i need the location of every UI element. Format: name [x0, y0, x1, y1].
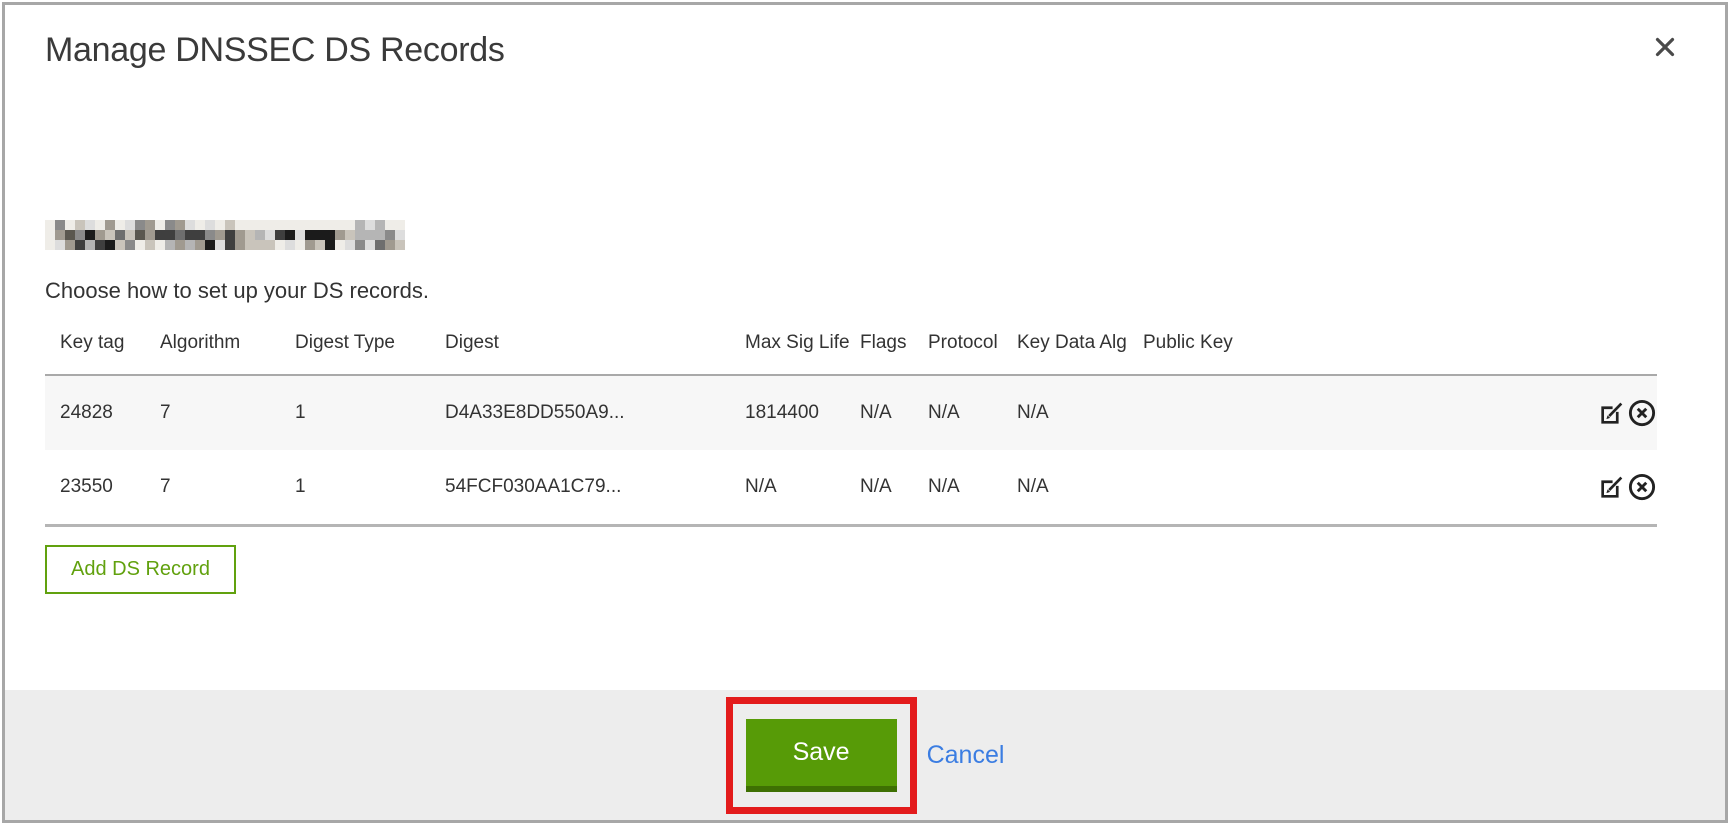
cell-flags: N/A — [860, 375, 928, 450]
table-header-row: Key tag Algorithm Digest Type Digest Max… — [45, 316, 1657, 375]
column-header-max-sig-life: Max Sig Life — [745, 316, 860, 375]
row-actions — [1565, 450, 1657, 526]
cell-digest: 54FCF030AA1C79... — [445, 450, 745, 526]
column-header-key-tag: Key tag — [45, 316, 160, 375]
column-header-public-key: Public Key — [1143, 316, 1565, 375]
page-title: Manage DNSSEC DS Records — [45, 31, 1725, 70]
cancel-link[interactable]: Cancel — [927, 741, 1005, 770]
column-header-key-data-alg: Key Data Alg — [1017, 316, 1143, 375]
cell-key-tag: 24828 — [45, 375, 160, 450]
cell-key-data-alg: N/A — [1017, 450, 1143, 526]
redacted-domain — [45, 220, 405, 250]
add-ds-record-button[interactable]: Add DS Record — [45, 545, 236, 594]
cell-digest-type: 1 — [295, 375, 445, 450]
cell-algorithm: 7 — [160, 375, 295, 450]
delete-icon — [1627, 490, 1657, 505]
column-header-flags: Flags — [860, 316, 928, 375]
table-row: 23550 7 1 54FCF030AA1C79... N/A N/A N/A … — [45, 450, 1657, 526]
dialog-footer: Save Cancel — [5, 690, 1725, 820]
column-header-digest-type: Digest Type — [295, 316, 445, 375]
cell-flags: N/A — [860, 450, 928, 526]
column-header-digest: Digest — [445, 316, 745, 375]
edit-icon — [1598, 489, 1626, 504]
delete-record-button[interactable] — [1627, 472, 1657, 502]
edit-icon — [1598, 415, 1626, 430]
cell-protocol: N/A — [928, 450, 1017, 526]
table-row: 24828 7 1 D4A33E8DD550A9... 1814400 N/A … — [45, 375, 1657, 450]
cell-public-key — [1143, 450, 1565, 526]
cell-algorithm: 7 — [160, 450, 295, 526]
cell-key-data-alg: N/A — [1017, 375, 1143, 450]
cell-protocol: N/A — [928, 375, 1017, 450]
close-icon — [1653, 47, 1677, 62]
cell-public-key — [1143, 375, 1565, 450]
instruction-text: Choose how to set up your DS records. — [45, 278, 1725, 304]
ds-records-table: Key tag Algorithm Digest Type Digest Max… — [45, 316, 1657, 527]
save-button[interactable]: Save — [746, 719, 897, 792]
column-header-algorithm: Algorithm — [160, 316, 295, 375]
row-actions — [1565, 375, 1657, 450]
column-header-actions — [1565, 316, 1657, 375]
edit-record-button[interactable] — [1598, 473, 1626, 501]
dnssec-ds-records-dialog: Manage DNSSEC DS Records Choose how to s… — [2, 2, 1728, 823]
annotation-highlight: Save — [726, 697, 917, 814]
edit-record-button[interactable] — [1598, 399, 1626, 427]
cell-digest: D4A33E8DD550A9... — [445, 375, 745, 450]
column-header-protocol: Protocol — [928, 316, 1017, 375]
close-button[interactable] — [1649, 31, 1681, 63]
cell-key-tag: 23550 — [45, 450, 160, 526]
delete-icon — [1627, 416, 1657, 431]
cell-max-sig-life: 1814400 — [745, 375, 860, 450]
cell-max-sig-life: N/A — [745, 450, 860, 526]
cell-digest-type: 1 — [295, 450, 445, 526]
delete-record-button[interactable] — [1627, 398, 1657, 428]
